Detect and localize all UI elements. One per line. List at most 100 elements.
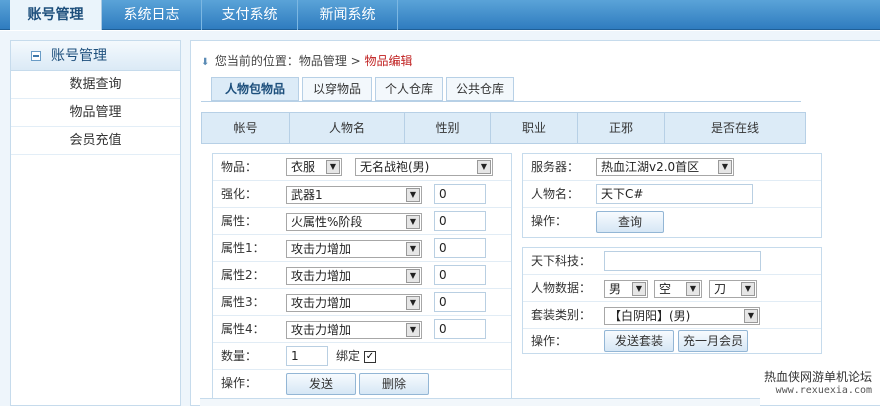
row-attr2: 属性2： 攻击力增加 ▼ 0 xyxy=(213,262,511,289)
attr2-input[interactable]: 0 xyxy=(434,265,486,285)
attr-select-value: 火属性%阶段 xyxy=(291,215,363,229)
char-data-label: 人物数据： xyxy=(531,281,592,295)
send-button[interactable]: 发送 xyxy=(286,373,356,395)
dropdown-arrow-icon: ▼ xyxy=(686,282,700,296)
col-gender: 性别 xyxy=(405,113,491,143)
col-online: 是否在线 xyxy=(710,121,759,135)
watermark-line2: www.rexuexia.com xyxy=(775,385,872,396)
row-enhance: 强化： 武器1 ▼ 0 xyxy=(213,181,511,208)
tab-system-log[interactable]: 系统日志 xyxy=(102,0,202,30)
attr-input[interactable]: 0 xyxy=(434,211,486,231)
query-form: 服务器： 热血江湖v2.0首区 ▼ 人物名： 天下C# 操作： 查询 xyxy=(522,153,822,238)
item-name-select[interactable]: 无名战袍(男) ▼ xyxy=(355,158,493,176)
set-type-value: 【白阴阳】(男) xyxy=(609,309,691,323)
attr3-input[interactable]: 0 xyxy=(434,292,486,312)
attr4-label: 属性4： xyxy=(221,322,265,336)
sidebar-title: 账号管理 xyxy=(51,48,107,64)
dropdown-arrow-icon: ▼ xyxy=(718,160,732,174)
sidebar-item-vip-recharge[interactable]: 会员充值 xyxy=(11,127,180,155)
row-attr4: 属性4： 攻击力增加 ▼ 0 xyxy=(213,316,511,343)
bind-checkbox[interactable]: ✓ xyxy=(364,351,376,363)
row-quantity: 数量： 1 绑定 ✓ xyxy=(213,343,511,370)
main-content: ⬇ 您当前的位置：物品管理 > 物品编辑 人物包物品 以穿物品 个人仓库 公共仓… xyxy=(190,40,880,406)
tab-payment-system[interactable]: 支付系统 xyxy=(202,0,298,30)
row-set-type: 套装类别： 【白阴阳】(男) ▼ xyxy=(523,302,821,329)
attr3-select[interactable]: 攻击力增加 ▼ xyxy=(286,294,422,312)
sidebar: 账号管理 数据查询 物品管理 会员充值 xyxy=(10,40,181,406)
breadcrumb-prefix: 您当前的位置：物品管理 > xyxy=(214,54,361,68)
set-type-select[interactable]: 【白阴阳】(男) ▼ xyxy=(604,307,760,325)
attr1-input[interactable]: 0 xyxy=(434,238,486,258)
weapon-select-value: 刀 xyxy=(714,282,727,296)
dropdown-arrow-icon: ▼ xyxy=(632,282,646,296)
breadcrumb: ⬇ 您当前的位置：物品管理 > 物品编辑 xyxy=(201,51,413,71)
forum-watermark: 热血侠网游单机论坛 www.rexuexia.com xyxy=(764,370,872,398)
set-type-label: 套装类别： xyxy=(531,308,592,322)
breadcrumb-current: 物品编辑 xyxy=(364,54,413,68)
tab-news-system[interactable]: 新闻系统 xyxy=(298,0,398,30)
sidebar-header[interactable]: 账号管理 xyxy=(11,41,180,71)
server-select[interactable]: 热血江湖v2.0首区 ▼ xyxy=(596,158,734,176)
col-class: 职业 xyxy=(491,113,578,143)
attr-select[interactable]: 火属性%阶段 ▼ xyxy=(286,213,422,231)
row-attr1: 属性1： 攻击力增加 ▼ 0 xyxy=(213,235,511,262)
dropdown-arrow-icon: ▼ xyxy=(406,242,420,256)
enhance-select-value: 武器1 xyxy=(291,188,323,202)
dropdown-arrow-icon: ▼ xyxy=(744,309,758,323)
attr3-select-value: 攻击力增加 xyxy=(291,296,352,310)
row-server: 服务器： 热血江湖v2.0首区 ▼ xyxy=(523,154,821,181)
tab-public-warehouse[interactable]: 公共仓库 xyxy=(446,77,514,101)
item-type-value: 衣服 xyxy=(291,160,316,174)
attr-label: 属性： xyxy=(221,214,258,228)
query-button[interactable]: 查询 xyxy=(596,211,664,233)
row-char-data: 人物数据： 男 ▼ 空 ▼ 刀 ▼ xyxy=(523,275,821,302)
tech-label: 天下科技： xyxy=(531,254,592,268)
dropdown-arrow-icon: ▼ xyxy=(406,215,420,229)
sidebar-item-data-query[interactable]: 数据查询 xyxy=(11,71,180,99)
item-type-select[interactable]: 衣服 ▼ xyxy=(286,158,342,176)
tab-inventory-items[interactable]: 人物包物品 xyxy=(211,77,299,101)
row-character: 人物名： 天下C# xyxy=(523,181,821,208)
tech-input[interactable] xyxy=(604,251,761,271)
character-name-input[interactable]: 天下C# xyxy=(596,184,753,204)
tab-personal-warehouse[interactable]: 个人仓库 xyxy=(375,77,443,101)
collapse-icon[interactable] xyxy=(31,51,41,61)
enhance-input[interactable]: 0 xyxy=(434,184,486,204)
watermark-line1: 热血侠网游单机论坛 xyxy=(763,370,872,384)
attr2-select-value: 攻击力增加 xyxy=(291,269,352,283)
top-nav: 账号管理 系统日志 支付系统 新闻系统 xyxy=(0,0,880,30)
character-label: 人物名： xyxy=(531,187,580,201)
send-set-button[interactable]: 发送套装 xyxy=(604,330,674,352)
element-select[interactable]: 空 ▼ xyxy=(654,280,702,298)
tab-account-management[interactable]: 账号管理 xyxy=(10,0,102,30)
weapon-select[interactable]: 刀 ▼ xyxy=(709,280,757,298)
delete-button[interactable]: 删除 xyxy=(359,373,429,395)
operation-label: 操作： xyxy=(221,376,258,390)
attr1-select[interactable]: 攻击力增加 ▼ xyxy=(286,240,422,258)
dropdown-arrow-icon: ▼ xyxy=(406,188,420,202)
dropdown-arrow-icon: ▼ xyxy=(406,269,420,283)
attr4-select[interactable]: 攻击力增加 ▼ xyxy=(286,321,422,339)
query-operation-label: 操作： xyxy=(531,214,568,228)
attr1-select-value: 攻击力增加 xyxy=(291,242,352,256)
enhance-select[interactable]: 武器1 ▼ xyxy=(286,186,422,204)
sidebar-item-item-management[interactable]: 物品管理 xyxy=(11,99,180,127)
item-label: 物品： xyxy=(221,160,258,174)
col-character-name: 人物名 xyxy=(290,113,405,143)
row-query-operation: 操作： 查询 xyxy=(523,208,821,237)
set-operation-label: 操作： xyxy=(531,334,568,348)
bind-label: 绑定 xyxy=(336,349,361,363)
row-attr: 属性： 火属性%阶段 ▼ 0 xyxy=(213,208,511,235)
attr2-select[interactable]: 攻击力增加 ▼ xyxy=(286,267,422,285)
attr4-input[interactable]: 0 xyxy=(434,319,486,339)
quantity-input[interactable]: 1 xyxy=(286,346,328,366)
row-attr3: 属性3： 攻击力增加 ▼ 0 xyxy=(213,289,511,316)
dropdown-arrow-icon: ▼ xyxy=(741,282,755,296)
col-alignment: 正邪 xyxy=(578,113,665,143)
gender-select[interactable]: 男 ▼ xyxy=(604,280,648,298)
dropdown-arrow-icon: ▼ xyxy=(406,296,420,310)
tab-equipped-items[interactable]: 以穿物品 xyxy=(302,77,372,101)
server-label: 服务器： xyxy=(531,160,580,174)
gender-select-value: 男 xyxy=(609,282,622,296)
vip-month-button[interactable]: 充一月会员 xyxy=(678,330,748,352)
